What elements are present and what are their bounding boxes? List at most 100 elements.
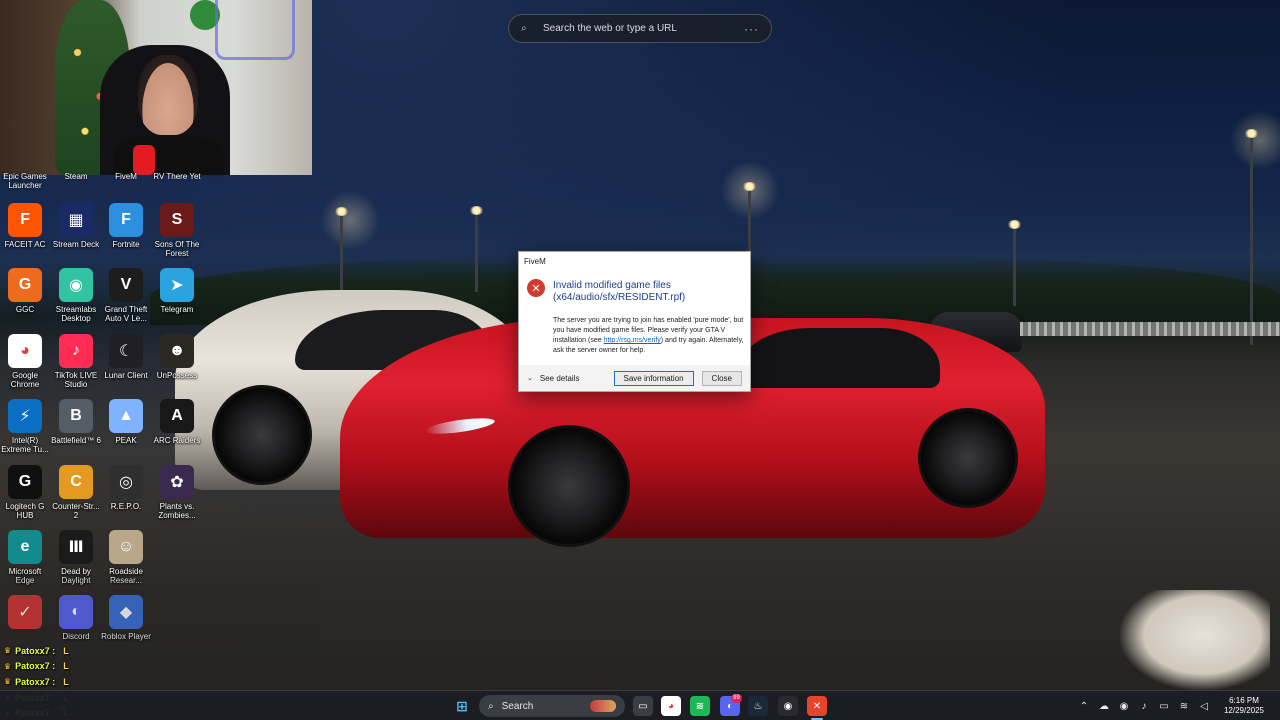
microphone-icon[interactable]: ♪ (1134, 701, 1154, 712)
desktop-icon[interactable]: F FACEIT AC (0, 203, 50, 249)
desktop-icon[interactable]: S Sons Of The Forest (152, 203, 202, 258)
app-icon: ☻ (160, 334, 194, 368)
desktop-icon[interactable]: V Grand Theft Auto V Le... (101, 268, 151, 323)
desktop-icon[interactable]: ☾ Lunar Client (101, 334, 151, 380)
app-icon: A (160, 399, 194, 433)
app-icon: ◉ (59, 268, 93, 302)
desktop-icon[interactable]: ☻ UnPossess (152, 334, 202, 380)
dog (1120, 590, 1270, 690)
crown-icon: ♛ (4, 661, 12, 671)
windows-start-icon[interactable]: ⊞ (452, 696, 472, 716)
app-icon: ☾ (109, 334, 143, 368)
taskbar: ⊞ ⌕ Search ▭ ◕ ≋ ◐ ♨ ◉ ✕ 99 ⌃ ☁ ◉ ♪ ▭ ≋ ◁ 6:16 … (0, 690, 1280, 720)
app-icon: V (109, 268, 143, 302)
chevron-up-icon[interactable]: ⌃ (1074, 701, 1094, 712)
wheel (508, 425, 630, 547)
fence (1020, 322, 1280, 336)
app-icon: B (59, 399, 93, 433)
chat-username: Patoxx7 : (15, 676, 56, 687)
task-view-taskbar-icon[interactable]: ▭ (633, 696, 653, 716)
desktop-icon[interactable]: Ⅲ Dead by Daylight (51, 530, 101, 585)
crown-icon: ♛ (4, 646, 12, 656)
desktop-icon[interactable]: G GGC (0, 268, 50, 314)
street-lamp (469, 206, 484, 292)
desktop-icon-label[interactable]: RV There Yet (147, 172, 207, 181)
volume-icon[interactable]: ◁ (1194, 701, 1214, 712)
street-lamp (1007, 220, 1022, 306)
fivem-taskbar-icon[interactable]: ✕ (807, 696, 827, 716)
verify-link[interactable]: http://rsg.ms/verify (604, 337, 661, 344)
desktop-icon-label: TikTok LIVE Studio (54, 371, 98, 389)
system-tray: ⌃ ☁ ◉ ♪ ▭ ≋ ◁ 6:16 PM 12/29/2025 (1074, 691, 1280, 720)
wifi-icon[interactable]: ≋ (1174, 701, 1194, 712)
desktop-icon[interactable]: ◉ Streamlabs Desktop (51, 268, 101, 323)
wheel (212, 385, 312, 485)
save-information-button[interactable]: Save information (613, 370, 694, 386)
desktop-icon[interactable]: ◕ Google Chrome (0, 334, 50, 389)
search-highlight-icon (590, 700, 616, 712)
desktop-icon-label: ARC Raiders (153, 436, 201, 445)
wheel (918, 408, 1018, 508)
street-lamp (1244, 129, 1259, 345)
chat-message: ♛Patoxx7 : L (4, 643, 69, 659)
cloud-icon[interactable]: ☁ (1094, 701, 1114, 712)
see-details-toggle[interactable]: ⌄ See details (527, 374, 579, 383)
desktop-icon-label: Lunar Client (104, 371, 148, 380)
more-options-icon[interactable]: ··· (744, 22, 759, 36)
steam-taskbar-icon[interactable]: ♨ (748, 696, 768, 716)
desktop-icon[interactable]: A ARC Raiders (152, 399, 202, 445)
desktop-icon[interactable]: e Microsoft Edge (0, 530, 50, 585)
error-icon: ✕ (527, 279, 545, 297)
desktop-icon[interactable]: G Logitech G HUB (0, 465, 50, 520)
user-icon[interactable]: ◉ (1114, 701, 1134, 712)
taskbar-search[interactable]: ⌕ Search (479, 695, 625, 717)
desktop-icon-label: Counter-Str... 2 (52, 502, 100, 520)
desktop-icon[interactable]: ♪ TikTok LIVE Studio (51, 334, 101, 389)
chat-text: L (63, 645, 69, 656)
desktop-icon-label: Logitech G HUB (5, 502, 45, 520)
chat-text: L (63, 676, 69, 687)
lamp-glow (320, 190, 380, 250)
desktop-icon[interactable]: ➤ Telegram (152, 268, 202, 314)
desktop-icon[interactable]: C Counter-Str... 2 (51, 465, 101, 520)
chat-username: Patoxx7 : (15, 661, 56, 672)
app-icon: ✿ (160, 465, 194, 499)
chat-message: ♛Patoxx7 : L (4, 674, 69, 690)
search-placeholder[interactable]: Search the web or type a URL (543, 23, 744, 34)
desktop-icon-label: Grand Theft Auto V Le... (104, 305, 148, 323)
app-icon: S (160, 203, 194, 237)
app-icon: ☺ (109, 530, 143, 564)
clock-date: 12/29/2025 (1223, 706, 1265, 715)
dialog-titlebar[interactable]: FiveM (519, 252, 750, 270)
close-button[interactable]: Close (701, 370, 742, 386)
desktop-icon[interactable]: ▲ PEAK (101, 399, 151, 445)
network-icon[interactable]: ▭ (1154, 701, 1174, 712)
app-icon: G (8, 268, 42, 302)
desktop-icon-label: Stream Deck (52, 240, 100, 249)
desktop-icon[interactable]: ▦ Stream Deck (51, 203, 101, 249)
app-icon: G (8, 465, 42, 499)
hex-lights (215, 0, 295, 60)
error-dialog: FiveM ✕ Invalid modified game files (x64… (518, 251, 751, 392)
app-icon: ◎ (109, 465, 143, 499)
search-icon: ⌕ (488, 700, 494, 712)
dialog-message: The server you are trying to join has en… (553, 316, 747, 356)
obs-taskbar-icon[interactable]: ◉ (778, 696, 798, 716)
clock[interactable]: 6:16 PM 12/29/2025 (1214, 696, 1274, 716)
spotify-taskbar-icon[interactable]: ≋ (690, 696, 710, 716)
chat-username: Patoxx7 : (15, 645, 56, 656)
desktop-icon[interactable]: ⚡ Intel(R) Extreme Tu... (0, 399, 50, 454)
app-icon: C (59, 465, 93, 499)
desktop-icon[interactable]: F Fortnite (101, 203, 151, 249)
desktop-icon[interactable]: ☺ Roadside Resear... (101, 530, 151, 585)
desktop-icon[interactable]: B Battlefield™ 6 (51, 399, 101, 445)
web-search-widget[interactable]: ⌕ Search the web or type a URL ··· (508, 14, 772, 43)
desktop-icon[interactable]: ✿ Plants vs. Zombies... (152, 465, 202, 520)
desktop-icon-label: Intel(R) Extreme Tu... (1, 436, 49, 454)
chrome-taskbar-icon[interactable]: ◕ (661, 696, 681, 716)
app-icon: F (109, 203, 143, 237)
search-icon: ⌕ (521, 23, 527, 34)
dialog-body: ✕ Invalid modified game files (x64/audio… (519, 270, 750, 365)
app-icon: ▲ (109, 399, 143, 433)
desktop-icon[interactable]: ◎ R.E.P.O. (101, 465, 151, 511)
